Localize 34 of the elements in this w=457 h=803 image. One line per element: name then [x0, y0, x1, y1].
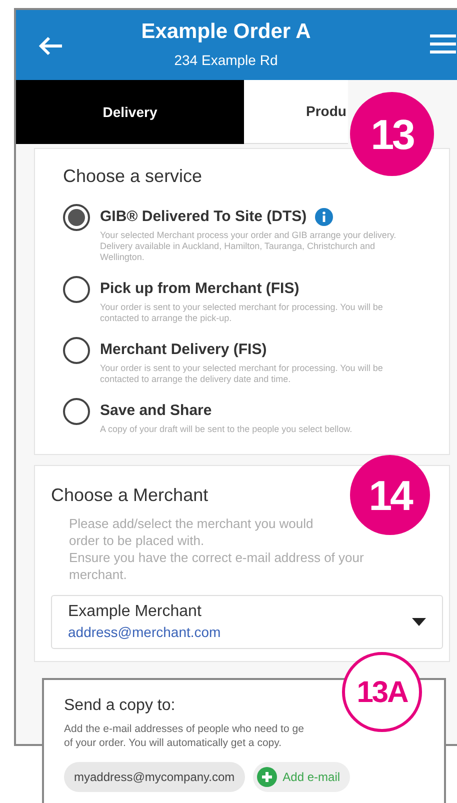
option-label: GIB® Delivered To Site (DTS): [100, 207, 307, 227]
email-chip: myaddress@mycompany.com: [64, 762, 245, 792]
radio-button[interactable]: [63, 398, 90, 425]
merchant-hint: order to be placed with.: [69, 532, 206, 549]
merchant-email: address@merchant.com: [68, 623, 222, 642]
merchant-hint: Please add/select the merchant you would: [69, 515, 314, 532]
send-copy-hint: of your order. You will automatically get a copy.: [64, 736, 283, 750]
option-description: A copy of your draft will be sent to the people you select bellow.: [100, 424, 354, 435]
order-address: 234 Example Rd: [174, 51, 278, 70]
option-description: Your selected Merchant process your order and GIB arrange your delivery. Delivery available in Auckland, Hamilton, Tauranga, Christchurch and Wellington.: [100, 230, 398, 263]
section-title: Choose a Merchant: [51, 484, 208, 507]
tab[interactable]: Delivery: [16, 80, 244, 144]
dropdown-caret-icon: [412, 618, 426, 626]
radio-button[interactable]: [63, 204, 90, 231]
merchant-dropdown[interactable]: Example Merchant address@merchant.com: [51, 595, 443, 649]
order-title: Example Order A: [141, 19, 311, 45]
radio-button[interactable]: [63, 337, 90, 364]
option-label: Pick up from Merchant (FIS): [100, 279, 300, 299]
option-label: Merchant Delivery (FIS): [100, 340, 267, 360]
tab[interactable]: Produ: [244, 80, 348, 144]
section-title: Choose a service: [63, 165, 204, 188]
back-arrow-icon[interactable]: [38, 36, 64, 56]
merchant-hint: Ensure you have the correct e-mail address of your: [69, 549, 365, 566]
section-title: Send a copy to:: [64, 696, 176, 716]
option-label: Save and Share: [100, 401, 212, 421]
info-icon[interactable]: [314, 208, 333, 226]
merchant-hint: merchant.: [69, 566, 128, 583]
merchant-name: Example Merchant: [68, 602, 202, 622]
option-description: Your order is sent to your selected merchant for processing. You will be contacted to arrange the delivery date and time.: [100, 363, 384, 385]
menu-icon[interactable]: [430, 34, 456, 54]
send-copy-hint: Add the e-mail addresses of people who need to ge: [64, 722, 305, 736]
radio-button[interactable]: [63, 276, 90, 303]
option-description: Your order is sent to your selected merchant for processing. You will be contacted to arrange the pick-up.: [100, 302, 384, 324]
plus-icon: [256, 767, 277, 787]
